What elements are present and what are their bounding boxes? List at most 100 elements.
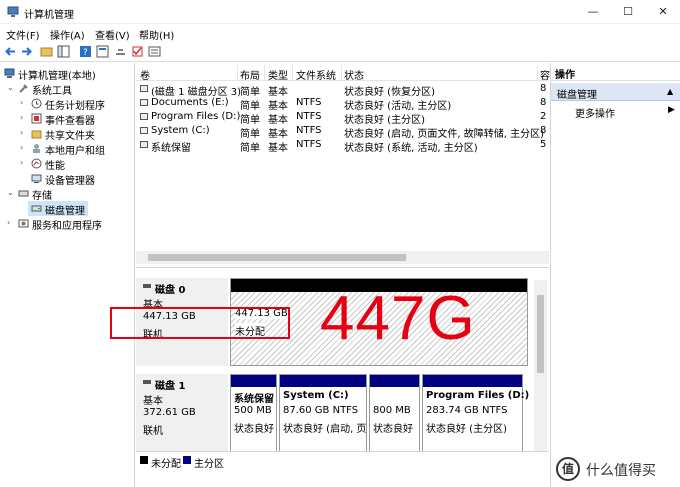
storage-icon bbox=[18, 190, 29, 197]
column-header-capacity[interactable]: 容 bbox=[540, 67, 550, 82]
tree-item-storage[interactable]: ⌄ 存储 bbox=[0, 186, 134, 202]
chevron-right-icon[interactable]: › bbox=[20, 128, 29, 137]
menu-bar: 文件(F) 操作(A) 查看(V) 帮助(H) bbox=[0, 24, 680, 42]
computer-management-icon bbox=[7, 6, 19, 17]
tree-root[interactable]: 计算机管理(本地) bbox=[0, 66, 134, 82]
volume-name: Program Files (D:) bbox=[151, 111, 241, 122]
disk-name: 磁盘 0 bbox=[155, 285, 186, 296]
help-icon[interactable]: ? bbox=[79, 45, 92, 58]
horizontal-scrollbar[interactable] bbox=[136, 251, 549, 264]
partition-program-files-d[interactable]: Program Files (D:) 283.74 GB NTFS 状态良好 (… bbox=[422, 374, 529, 462]
volume-row[interactable]: Program Files (D:) 简单 基本 NTFS 状态良好 (主分区)… bbox=[136, 110, 549, 126]
more-actions-item[interactable]: 更多操作 bbox=[575, 105, 615, 120]
volume-row[interactable]: System (C:) 简单 基本 NTFS 状态良好 (启动, 页面文件, 故… bbox=[136, 124, 549, 140]
partition-system-c[interactable]: System (C:) 87.60 GB NTFS 状态良好 (启动, 页 bbox=[279, 374, 367, 462]
connect-icon[interactable] bbox=[114, 45, 127, 58]
disk-icon bbox=[143, 380, 151, 384]
partition-recovery[interactable]: 800 MB 状态良好 bbox=[369, 374, 420, 462]
volume-row[interactable]: 系统保留 简单 基本 NTFS 状态良好 (系统, 活动, 主分区) 5 bbox=[136, 138, 549, 154]
svg-text:?: ? bbox=[83, 48, 88, 58]
back-icon[interactable] bbox=[4, 45, 17, 58]
console-tree-icon[interactable] bbox=[57, 45, 70, 58]
disk-1-label[interactable]: 磁盘 1 基本 372.61 GB 联机 bbox=[136, 374, 228, 462]
chevron-down-icon[interactable]: ⌄ bbox=[7, 188, 16, 197]
partition-status: 状态良好 bbox=[234, 424, 274, 435]
properties-icon[interactable] bbox=[96, 45, 109, 58]
shared-folder-icon bbox=[31, 130, 42, 139]
list-view-icon[interactable] bbox=[148, 45, 161, 58]
legend: 未分配 主分区 bbox=[136, 451, 549, 470]
volume-layout: 简单 bbox=[240, 143, 260, 154]
chevron-right-icon[interactable]: › bbox=[20, 113, 29, 122]
volume-row[interactable]: (磁盘 1 磁盘分区 3) 简单 基本 状态良好 (恢复分区) 8 bbox=[136, 82, 549, 98]
partition-system-reserved[interactable]: 系统保留 500 MB 状态良好 bbox=[230, 374, 277, 462]
column-header-filesystem[interactable]: 文件系统 bbox=[296, 67, 336, 82]
actions-section-disk-management[interactable]: 磁盘管理 ▲ bbox=[551, 83, 680, 101]
close-button[interactable]: ✕ bbox=[646, 0, 680, 24]
tree-item-local-users[interactable]: › 本地用户和组 bbox=[0, 141, 134, 157]
menu-file[interactable]: 文件(F) bbox=[6, 27, 40, 42]
tree-item-shared-folders[interactable]: › 共享文件夹 bbox=[0, 126, 134, 142]
collapse-up-icon[interactable]: ▲ bbox=[667, 87, 673, 96]
tree-item-system-tools[interactable]: ⌄ 系统工具 bbox=[0, 81, 134, 97]
annotation-highlight-box bbox=[110, 307, 290, 339]
tree-item-event-viewer[interactable]: › 事件查看器 bbox=[0, 111, 134, 127]
column-header-type[interactable]: 类型 bbox=[268, 67, 288, 82]
column-divider bbox=[264, 65, 265, 81]
legend-swatch-primary bbox=[183, 456, 191, 464]
submenu-arrow-icon[interactable]: ▶ bbox=[668, 105, 675, 115]
volume-name: 系统保留 bbox=[151, 143, 191, 154]
tree-item-services-apps[interactable]: › 服务和应用程序 bbox=[0, 216, 134, 232]
computer-icon bbox=[4, 68, 15, 78]
column-divider bbox=[341, 65, 342, 81]
tree-item-label: 服务和应用程序 bbox=[32, 221, 102, 232]
partition-size: 500 MB bbox=[234, 405, 272, 416]
minimize-button[interactable]: — bbox=[576, 0, 610, 24]
tree-item-label: 事件查看器 bbox=[45, 116, 95, 127]
forward-icon[interactable] bbox=[20, 45, 33, 58]
partition-size: 283.74 GB NTFS bbox=[426, 405, 508, 416]
menu-help[interactable]: 帮助(H) bbox=[139, 27, 174, 42]
volume-status: 状态良好 (系统, 活动, 主分区) bbox=[344, 143, 478, 154]
watermark: 值 什么值得买 bbox=[552, 455, 680, 485]
check-icon[interactable] bbox=[131, 45, 144, 58]
chevron-right-icon[interactable]: › bbox=[20, 98, 29, 107]
disk-icon bbox=[31, 205, 42, 212]
primary-partition-bar bbox=[370, 375, 419, 387]
volume-row[interactable]: Documents (E:) 简单 基本 NTFS 状态良好 (活动, 主分区)… bbox=[136, 96, 549, 112]
actions-section-label: 磁盘管理 bbox=[557, 90, 597, 101]
folder-up-icon[interactable] bbox=[40, 45, 53, 58]
chevron-right-icon[interactable]: › bbox=[20, 143, 29, 152]
volume-filesystem: NTFS bbox=[296, 125, 322, 136]
menu-action[interactable]: 操作(A) bbox=[50, 27, 85, 42]
tree-item-label: 存储 bbox=[32, 191, 52, 202]
column-divider bbox=[237, 65, 238, 81]
maximize-button[interactable]: ☐ bbox=[611, 0, 645, 24]
tree-item-label: 任务计划程序 bbox=[45, 101, 105, 112]
users-icon bbox=[33, 144, 40, 153]
scrollbar-thumb[interactable] bbox=[148, 254, 406, 261]
tree-item-device-manager[interactable]: 设备管理器 bbox=[0, 171, 134, 187]
tree-item-disk-management[interactable]: 磁盘管理 bbox=[28, 201, 88, 217]
volume-capacity: 2 bbox=[540, 111, 547, 122]
scrollbar-thumb[interactable] bbox=[537, 295, 544, 373]
tree-item-task-scheduler[interactable]: › 任务计划程序 bbox=[0, 96, 134, 112]
volume-icon bbox=[140, 113, 148, 120]
volume-filesystem: NTFS bbox=[296, 97, 322, 108]
chevron-right-icon[interactable]: › bbox=[7, 218, 16, 227]
navigation-tree: 计算机管理(本地) ⌄ 系统工具 › 任务计划程序 › 事件查看器 › 共享文件… bbox=[0, 63, 135, 487]
chevron-right-icon[interactable]: › bbox=[20, 158, 29, 167]
volume-icon bbox=[140, 99, 148, 106]
vertical-scrollbar[interactable] bbox=[534, 280, 547, 458]
column-header-volume[interactable]: 卷 bbox=[140, 67, 150, 82]
partition-name: Program Files (D:) bbox=[426, 390, 530, 401]
menu-view[interactable]: 查看(V) bbox=[95, 27, 130, 42]
chevron-down-icon[interactable]: ⌄ bbox=[7, 83, 16, 92]
disk-status: 联机 bbox=[143, 426, 163, 437]
tree-item-performance[interactable]: › 性能 bbox=[0, 156, 134, 172]
column-header-layout[interactable]: 布局 bbox=[240, 67, 260, 82]
device-manager-icon bbox=[31, 174, 42, 183]
disk-size: 372.61 GB bbox=[143, 407, 196, 418]
disk-type: 基本 bbox=[143, 396, 163, 407]
column-header-status[interactable]: 状态 bbox=[344, 67, 364, 82]
